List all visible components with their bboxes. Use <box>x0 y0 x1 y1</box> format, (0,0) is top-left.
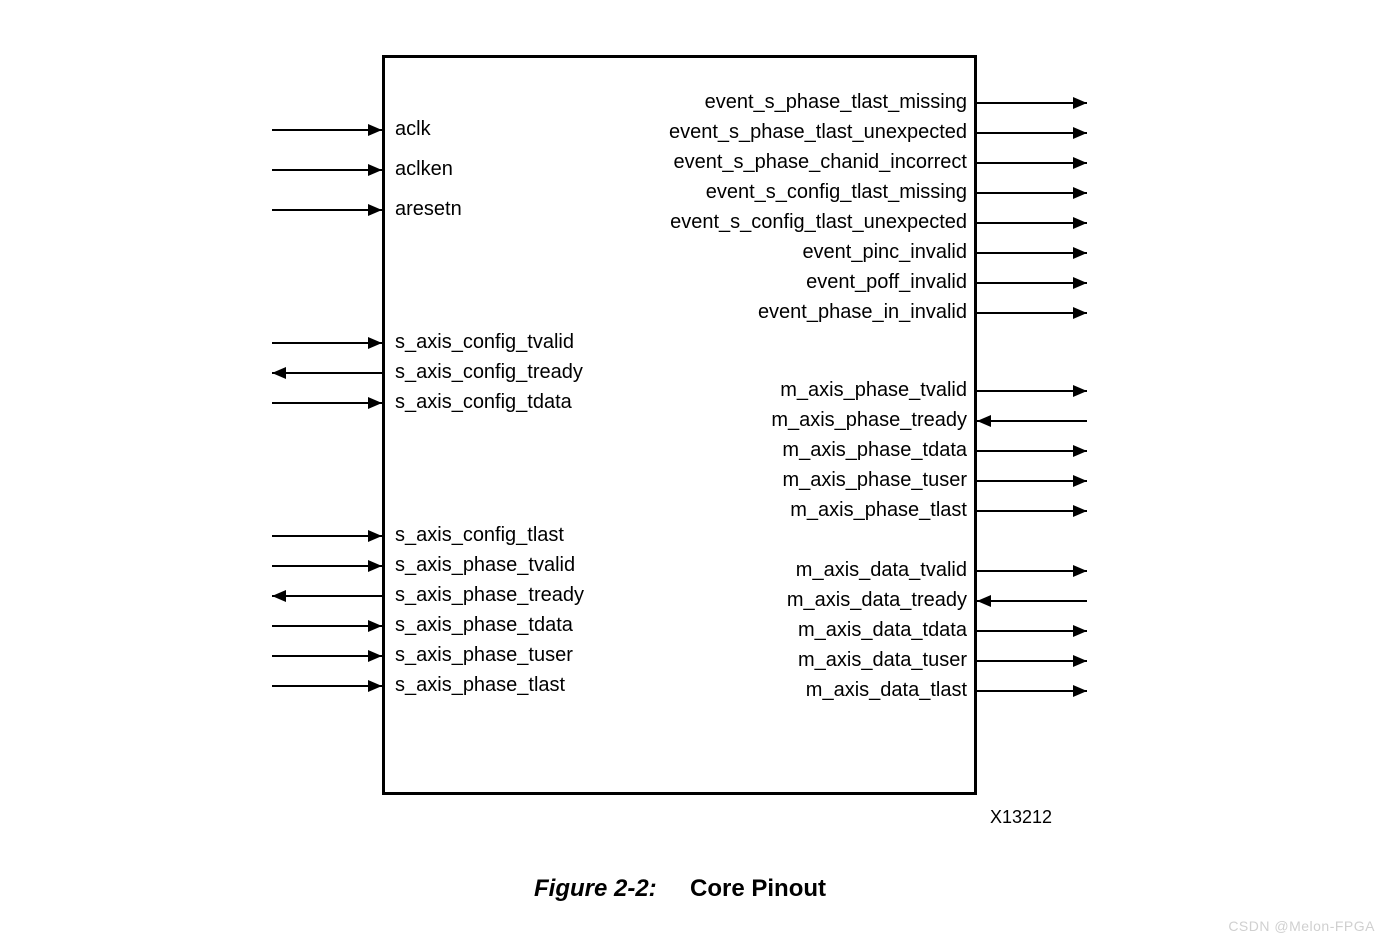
port-arrow-aresetn <box>272 209 382 211</box>
port-label-aclk: aclk <box>395 118 431 141</box>
arrow-out-icon <box>1073 97 1087 109</box>
port-label-m_axis_phase_tvalid: m_axis_phase_tvalid <box>780 379 967 402</box>
port-arrow-m_axis_phase_tuser <box>977 480 1087 482</box>
arrow-out-icon <box>1073 505 1087 517</box>
arrow-in-icon <box>368 680 382 692</box>
arrow-in-icon <box>368 560 382 572</box>
arrow-out-icon <box>1073 217 1087 229</box>
port-arrow-event_s_phase_tlast_missing <box>977 102 1087 104</box>
arrow-out-icon <box>272 367 286 379</box>
port-label-aclken: aclken <box>395 158 453 181</box>
arrow-in-icon <box>368 164 382 176</box>
port-label-m_axis_data_tdata: m_axis_data_tdata <box>798 619 967 642</box>
arrow-out-icon <box>1073 247 1087 259</box>
arrow-out-icon <box>1073 685 1087 697</box>
port-label-event_s_phase_tlast_unexpected: event_s_phase_tlast_unexpected <box>669 121 967 144</box>
port-label-aresetn: aresetn <box>395 198 462 221</box>
port-arrow-s_axis_config_tready <box>272 372 382 374</box>
port-arrow-event_s_phase_tlast_unexpected <box>977 132 1087 134</box>
port-label-event_s_config_tlast_missing: event_s_config_tlast_missing <box>706 181 967 204</box>
port-label-m_axis_phase_tdata: m_axis_phase_tdata <box>782 439 967 462</box>
arrow-out-icon <box>1073 445 1087 457</box>
port-label-event_s_config_tlast_unexpected: event_s_config_tlast_unexpected <box>670 211 967 234</box>
port-arrow-s_axis_phase_tready <box>272 595 382 597</box>
port-label-s_axis_phase_tdata: s_axis_phase_tdata <box>395 614 573 637</box>
port-label-s_axis_config_tready: s_axis_config_tready <box>395 361 583 384</box>
port-label-m_axis_data_tuser: m_axis_data_tuser <box>798 649 967 672</box>
port-arrow-s_axis_config_tvalid <box>272 342 382 344</box>
port-arrow-aclk <box>272 129 382 131</box>
arrow-in-icon <box>368 530 382 542</box>
port-label-s_axis_config_tlast: s_axis_config_tlast <box>395 524 564 547</box>
port-arrow-m_axis_data_tvalid <box>977 570 1087 572</box>
port-label-s_axis_phase_tready: s_axis_phase_tready <box>395 584 584 607</box>
port-label-m_axis_data_tlast: m_axis_data_tlast <box>806 679 967 702</box>
arrow-in-icon <box>977 595 991 607</box>
port-label-m_axis_phase_tready: m_axis_phase_tready <box>771 409 967 432</box>
port-label-s_axis_config_tdata: s_axis_config_tdata <box>395 391 572 414</box>
port-arrow-event_s_config_tlast_unexpected <box>977 222 1087 224</box>
arrow-in-icon <box>368 620 382 632</box>
port-arrow-m_axis_phase_tready <box>977 420 1087 422</box>
drawing-id: X13212 <box>990 807 1052 828</box>
port-arrow-m_axis_data_tlast <box>977 690 1087 692</box>
figure-label: Figure 2-2: <box>534 875 657 902</box>
arrow-in-icon <box>368 204 382 216</box>
port-label-m_axis_data_tready: m_axis_data_tready <box>787 589 967 612</box>
watermark: CSDN @Melon-FPGA <box>1228 918 1375 934</box>
port-arrow-s_axis_phase_tdata <box>272 625 382 627</box>
arrow-out-icon <box>1073 157 1087 169</box>
port-arrow-s_axis_config_tlast <box>272 535 382 537</box>
arrow-in-icon <box>977 415 991 427</box>
port-label-event_poff_invalid: event_poff_invalid <box>806 271 967 294</box>
arrow-in-icon <box>368 337 382 349</box>
port-arrow-m_axis_data_tdata <box>977 630 1087 632</box>
arrow-out-icon <box>1073 385 1087 397</box>
arrow-out-icon <box>1073 307 1087 319</box>
arrow-out-icon <box>1073 187 1087 199</box>
port-arrow-event_s_config_tlast_missing <box>977 192 1087 194</box>
port-arrow-m_axis_data_tuser <box>977 660 1087 662</box>
port-label-s_axis_phase_tlast: s_axis_phase_tlast <box>395 674 565 697</box>
port-arrow-event_phase_in_invalid <box>977 312 1087 314</box>
port-label-m_axis_data_tvalid: m_axis_data_tvalid <box>796 559 967 582</box>
port-arrow-m_axis_data_tready <box>977 600 1087 602</box>
arrow-in-icon <box>368 397 382 409</box>
figure-title: Core Pinout <box>690 875 826 902</box>
port-arrow-s_axis_phase_tvalid <box>272 565 382 567</box>
arrow-out-icon <box>1073 565 1087 577</box>
port-arrow-m_axis_phase_tvalid <box>977 390 1087 392</box>
figure-caption: Figure 2-2: Core Pinout <box>260 875 1100 903</box>
port-arrow-aclken <box>272 169 382 171</box>
port-arrow-s_axis_phase_tuser <box>272 655 382 657</box>
pinout-diagram: aclk aclken aresetn s_axis_config_tvalid s_a… <box>260 55 1100 835</box>
port-arrow-event_poff_invalid <box>977 282 1087 284</box>
arrow-out-icon <box>1073 475 1087 487</box>
port-label-event_pinc_invalid: event_pinc_invalid <box>802 241 967 264</box>
port-arrow-event_pinc_invalid <box>977 252 1087 254</box>
port-label-m_axis_phase_tlast: m_axis_phase_tlast <box>790 499 967 522</box>
port-arrow-s_axis_phase_tlast <box>272 685 382 687</box>
port-label-event_s_phase_tlast_missing: event_s_phase_tlast_missing <box>705 91 967 114</box>
arrow-out-icon <box>1073 655 1087 667</box>
port-arrow-m_axis_phase_tlast <box>977 510 1087 512</box>
arrow-out-icon <box>1073 127 1087 139</box>
port-arrow-event_s_phase_chanid_incorrect <box>977 162 1087 164</box>
port-arrow-s_axis_config_tdata <box>272 402 382 404</box>
arrow-out-icon <box>272 590 286 602</box>
port-label-event_s_phase_chanid_incorrect: event_s_phase_chanid_incorrect <box>673 151 967 174</box>
port-label-s_axis_phase_tuser: s_axis_phase_tuser <box>395 644 573 667</box>
port-label-s_axis_phase_tvalid: s_axis_phase_tvalid <box>395 554 575 577</box>
port-label-event_phase_in_invalid: event_phase_in_invalid <box>758 301 967 324</box>
port-arrow-m_axis_phase_tdata <box>977 450 1087 452</box>
port-label-s_axis_config_tvalid: s_axis_config_tvalid <box>395 331 574 354</box>
arrow-in-icon <box>368 650 382 662</box>
arrow-out-icon <box>1073 625 1087 637</box>
arrow-in-icon <box>368 124 382 136</box>
arrow-out-icon <box>1073 277 1087 289</box>
port-label-m_axis_phase_tuser: m_axis_phase_tuser <box>782 469 967 492</box>
